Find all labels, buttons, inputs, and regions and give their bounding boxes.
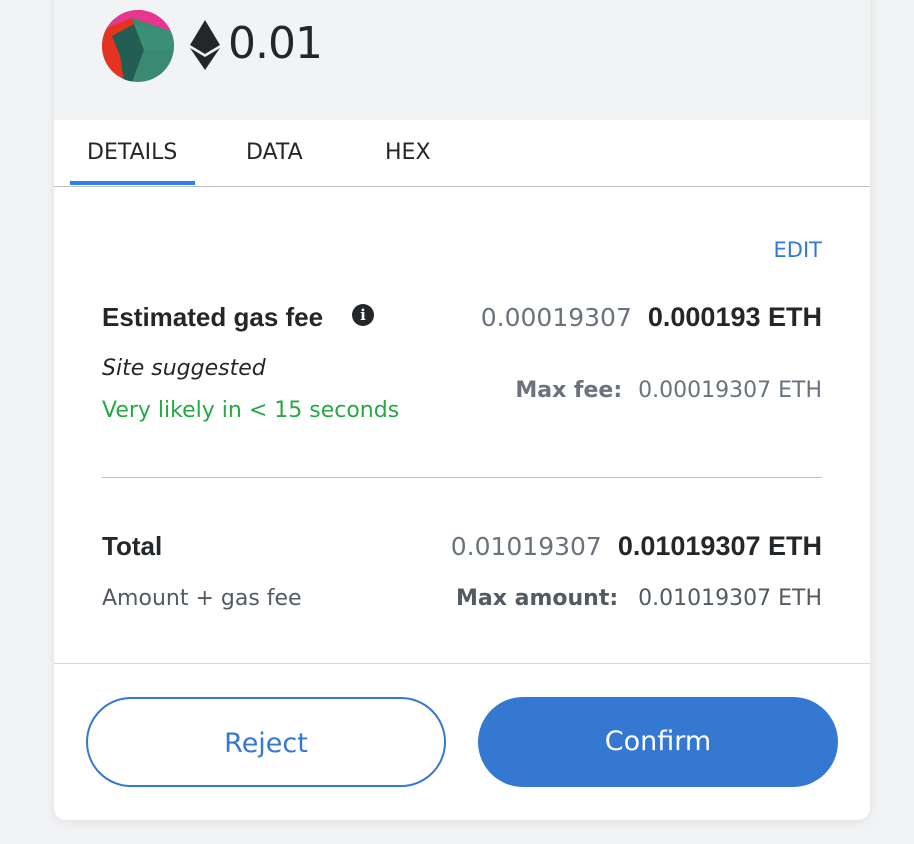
max-fee-value: 0.00019307 ETH [638,378,822,403]
account-avatar [102,10,174,82]
transaction-amount: 0.01 [228,18,323,69]
active-tab-indicator [70,181,195,185]
max-amount-label: Max amount: [456,586,619,611]
total-values: 0.01019307 0.01019307 ETH [451,531,822,562]
total-primary: 0.01019307 ETH [617,531,822,561]
gas-fee-values: 0.00019307 0.000193 ETH [481,302,822,333]
confirm-transaction-card: 0.01 DETAILS DATA HEX EDIT Estimated gas… [54,0,870,820]
gas-fee-source: Site suggested [102,356,266,381]
max-fee-label: Max fee: [515,378,623,403]
transaction-header: 0.01 [54,0,870,120]
tab-hex[interactable]: HEX [385,140,431,165]
max-amount: Max amount: 0.01019307 ETH [456,586,822,611]
footer-divider [54,663,870,664]
reject-button[interactable]: Reject [86,697,446,787]
confirm-button[interactable]: Confirm [478,697,838,787]
info-icon[interactable]: i [352,304,374,326]
section-divider [102,477,822,478]
tab-data[interactable]: DATA [246,140,303,165]
gas-fee-primary: 0.000193 ETH [647,302,822,332]
ethereum-icon [190,20,220,70]
total-label: Total [102,531,163,561]
max-amount-value: 0.01019307 ETH [638,586,822,611]
gas-fee-likelihood: Very likely in < 15 seconds [102,398,400,423]
transaction-tabs: DETAILS DATA HEX [54,120,870,187]
estimated-gas-fee-label: Estimated gas fee [102,302,324,332]
tab-details[interactable]: DETAILS [87,140,177,165]
total-secondary: 0.01019307 [450,532,602,561]
gas-fee-secondary: 0.00019307 [480,303,632,332]
max-fee: Max fee: 0.00019307 ETH [515,378,822,403]
total-sublabel: Amount + gas fee [102,586,302,611]
edit-gas-button[interactable]: EDIT [774,238,822,262]
